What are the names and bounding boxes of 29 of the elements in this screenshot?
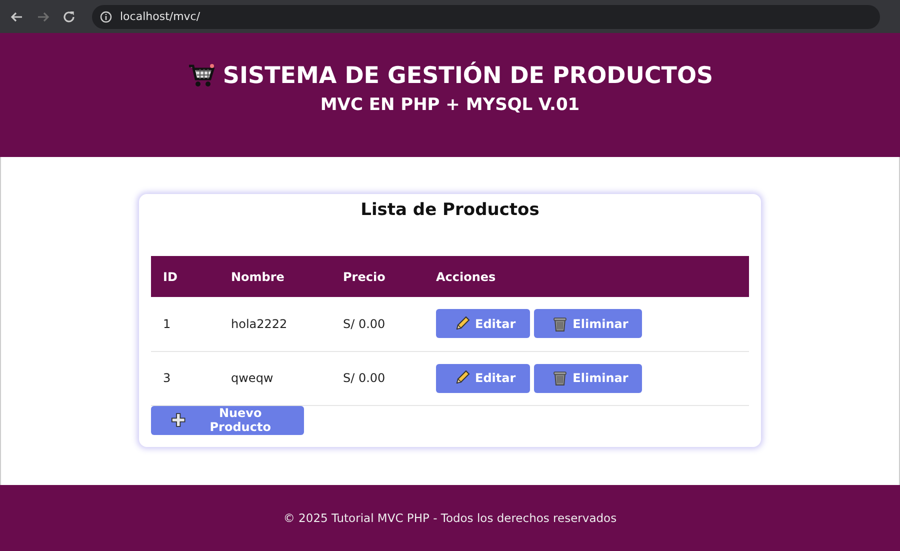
trash-can-icon [552,316,568,332]
column-header: Acciones [424,256,749,297]
delete-button[interactable]: Eliminar [534,364,642,392]
column-header: Nombre [219,256,331,297]
card-title: Lista de Productos [360,200,540,220]
page-title: SISTEMA DE GESTIÓN DE PRODUCTOS [222,63,714,89]
column-header: ID [151,256,219,297]
table-cell: 3 [151,351,219,405]
back-icon[interactable] [10,10,24,24]
table-cell: 1 [151,297,219,351]
shopping-cart-icon [186,63,215,89]
table-cell: qweqw [219,351,331,405]
copyright-text: © 2025 Tutorial MVC PHP - Todos los derechos reservados [283,511,617,525]
reload-icon[interactable] [62,10,76,24]
pencil-icon [454,370,470,386]
column-header: Precio [331,256,424,297]
table-cell: hola2222 [219,297,331,351]
delete-button[interactable]: Eliminar [534,309,642,338]
table-cell: S/ 0.00 [331,297,424,351]
edit-button[interactable]: Editar [436,364,530,392]
page-subtitle: MVC EN PHP + MYSQL V.01 [320,95,580,115]
plus-icon [171,412,186,428]
pencil-icon [454,316,470,332]
edit-button[interactable]: Editar [436,309,530,338]
new-product-button[interactable]: Nuevo Producto [151,406,304,434]
table-cell: S/ 0.00 [331,351,424,405]
address-bar[interactable]: localhost/mvc/ [92,4,880,28]
trash-can-icon [552,370,568,386]
info-icon [100,10,112,22]
